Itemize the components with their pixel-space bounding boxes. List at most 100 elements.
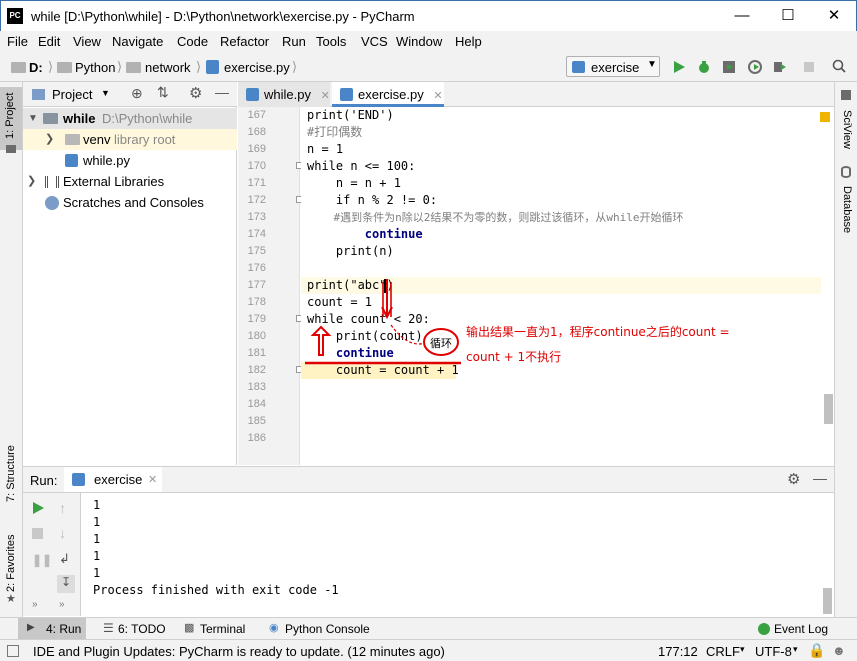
scroll-to-end-icon[interactable]: ↧ xyxy=(57,575,75,593)
chevron-right-icon[interactable]: ❯ xyxy=(45,129,54,150)
python-file-icon xyxy=(340,88,353,101)
status-message[interactable]: IDE and Plugin Updates: PyCharm is ready… xyxy=(33,644,445,659)
editor-scrollbar[interactable] xyxy=(824,394,833,424)
tree-node-scratches[interactable]: Scratches and Consoles xyxy=(23,192,237,213)
caret-position[interactable]: 177:12 xyxy=(658,644,698,659)
close-tab-icon[interactable]: ✕ xyxy=(321,90,330,102)
tool-tab-run[interactable]: ▶ 4: Run xyxy=(18,618,86,639)
debug-icon[interactable] xyxy=(697,60,711,74)
menu-edit[interactable]: Edit xyxy=(38,34,60,49)
tab-while-py[interactable]: while.py ✕ xyxy=(238,82,330,107)
stop-icon[interactable] xyxy=(802,60,816,74)
menu-tools[interactable]: Tools xyxy=(316,34,346,49)
profile-icon[interactable] xyxy=(748,60,762,74)
file-encoding[interactable]: UTF-8 xyxy=(755,644,792,659)
rerun-icon[interactable] xyxy=(31,501,45,518)
project-tool-tab[interactable]: 1: Project xyxy=(0,87,22,153)
run-icon[interactable] xyxy=(672,60,686,74)
pause-icon[interactable]: ❚❚ xyxy=(32,553,52,567)
hide-icon[interactable]: — xyxy=(215,84,229,100)
lock-icon[interactable]: 🔒 xyxy=(808,642,825,659)
line-number: 168 xyxy=(247,126,266,138)
menu-bar: File Edit View Navigate Code Refactor Ru… xyxy=(0,31,857,53)
collapse-all-icon[interactable]: ⇅ xyxy=(157,84,169,101)
title-bar: PC while [D:\Python\while] - D:\Python\n… xyxy=(0,0,857,31)
console-output-line: 1 xyxy=(93,515,101,529)
python-console-icon: ◉ xyxy=(269,622,279,634)
locate-icon[interactable]: ⊕ xyxy=(131,85,143,102)
right-tool-strip: SciView Database xyxy=(834,82,857,639)
folder-icon xyxy=(57,62,72,73)
gear-icon[interactable]: ⚙ xyxy=(787,470,800,488)
console-output-line: 1 xyxy=(93,498,101,512)
favorites-tool-tab[interactable]: 2: Favorites xyxy=(5,535,17,592)
line-number: 171 xyxy=(247,177,266,189)
more-icon[interactable]: » xyxy=(32,599,38,610)
tree-root-label: while xyxy=(63,111,96,126)
arrow-up-icon[interactable]: ↑ xyxy=(59,500,66,516)
tree-file-label: while.py xyxy=(83,153,130,168)
breadcrumb-network[interactable]: network xyxy=(145,60,191,75)
soft-wrap-icon[interactable]: ↲ xyxy=(59,551,70,567)
tree-node-root[interactable]: ▼ while D:\Python\while xyxy=(23,108,237,129)
menu-navigate[interactable]: Navigate xyxy=(112,34,163,49)
chevron-right-icon: ⟩ xyxy=(48,59,54,74)
tree-node-venv[interactable]: ❯ venv library root xyxy=(23,129,237,150)
event-log-icon xyxy=(758,623,770,635)
arrow-down-icon[interactable]: ↓ xyxy=(59,525,66,541)
stop-icon[interactable] xyxy=(32,528,43,539)
close-button[interactable]: ✕ xyxy=(811,1,857,31)
line-separator[interactable]: CRLF xyxy=(706,644,740,659)
project-panel-title[interactable]: Project xyxy=(52,87,92,102)
breadcrumb-python[interactable]: Python xyxy=(75,60,115,75)
line-number: 179 xyxy=(247,313,266,325)
sciview-tool-tab[interactable]: SciView xyxy=(841,110,853,149)
menu-refactor[interactable]: Refactor xyxy=(220,34,269,49)
search-icon[interactable] xyxy=(832,59,846,73)
tool-tab-event-log[interactable]: Event Log xyxy=(774,622,828,636)
hide-icon[interactable]: — xyxy=(813,470,827,486)
tool-tab-terminal[interactable]: Terminal xyxy=(200,622,245,636)
run-configuration-select[interactable]: exercise ▼ xyxy=(566,56,660,77)
tab-exercise-py[interactable]: exercise.py ✕ xyxy=(332,82,444,107)
tree-root-path: D:\Python\while xyxy=(102,111,193,126)
line-number: 184 xyxy=(247,398,266,410)
menu-help[interactable]: Help xyxy=(455,34,482,49)
close-tab-icon[interactable]: ✕ xyxy=(433,90,442,102)
menu-code[interactable]: Code xyxy=(177,34,208,49)
menu-window[interactable]: Window xyxy=(396,34,442,49)
run-tab-exercise[interactable]: exercise ✕ xyxy=(64,467,162,492)
chevron-down-icon[interactable]: ▼ xyxy=(28,108,38,129)
concurrency-icon[interactable] xyxy=(773,60,787,74)
tree-node-external-libraries[interactable]: ❯ External Libraries xyxy=(23,171,237,192)
tool-tab-todo[interactable]: 6: TODO xyxy=(118,622,166,636)
pycharm-logo-icon: PC xyxy=(7,8,23,24)
chevron-down-icon[interactable]: ▼ xyxy=(101,88,110,98)
menu-run[interactable]: Run xyxy=(282,34,306,49)
line-number: 177 xyxy=(247,279,266,291)
database-tool-tab[interactable]: Database xyxy=(841,186,853,233)
tree-node-while-py[interactable]: while.py xyxy=(23,150,237,171)
inspector-icon[interactable]: ☻ xyxy=(832,643,846,658)
minimize-button[interactable]: — xyxy=(719,1,765,31)
tool-tab-python-console[interactable]: Python Console xyxy=(285,622,370,636)
structure-tool-tab[interactable]: 7: Structure xyxy=(5,445,17,502)
breadcrumb-file[interactable]: exercise.py xyxy=(224,60,290,75)
status-toggle-icon[interactable] xyxy=(7,645,19,657)
coverage-icon[interactable] xyxy=(722,60,736,74)
close-tab-icon[interactable]: ✕ xyxy=(148,473,157,486)
maximize-button[interactable]: ☐ xyxy=(765,1,811,31)
breadcrumb-drive[interactable]: D: xyxy=(29,60,43,75)
line-number: 183 xyxy=(247,381,266,393)
menu-view[interactable]: View xyxy=(73,34,101,49)
chevron-right-icon[interactable]: ❯ xyxy=(27,171,36,192)
gear-icon[interactable]: ⚙ xyxy=(189,84,202,102)
code-editor[interactable]: print('END') #打印偶数 n = 1 while n <= 100:… xyxy=(301,107,833,465)
run-console[interactable]: 1 1 1 1 1 Process finished with exit cod… xyxy=(82,493,834,616)
more-icon[interactable]: » xyxy=(59,599,65,610)
console-scrollbar[interactable] xyxy=(823,588,832,614)
run-config-label: exercise xyxy=(591,60,640,75)
console-output-line: 1 xyxy=(93,549,101,563)
menu-file[interactable]: File xyxy=(7,34,28,49)
menu-vcs[interactable]: VCS xyxy=(361,34,388,49)
